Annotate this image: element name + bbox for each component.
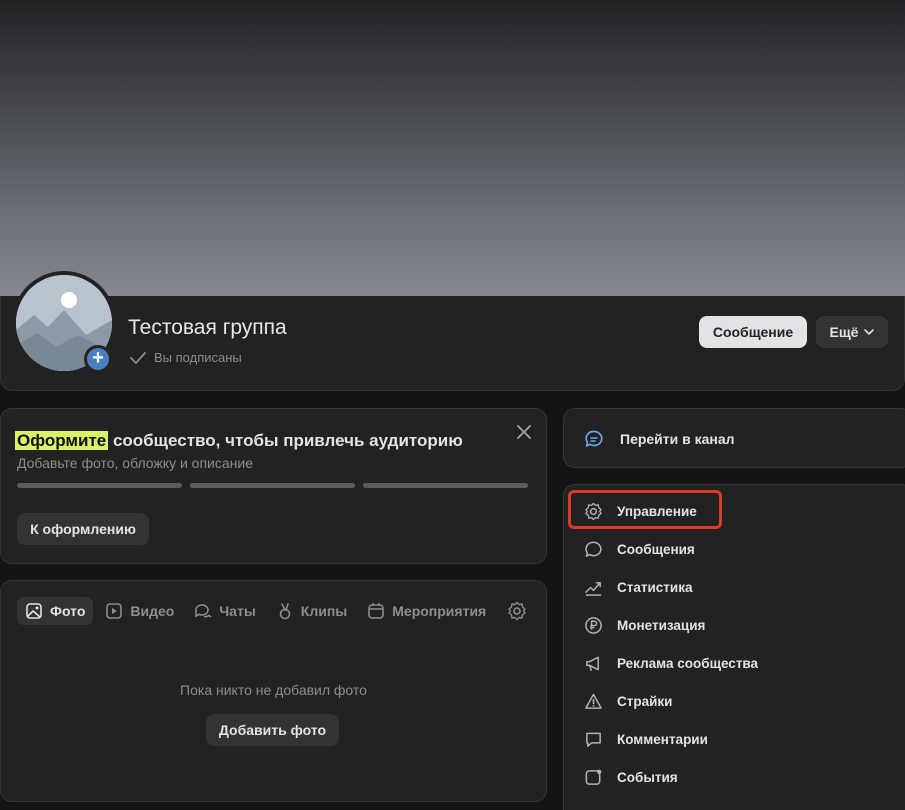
media-card: Фото Видео Чаты Клипы Мероприятия Пока н… <box>0 580 547 802</box>
chats-icon <box>195 604 212 618</box>
menu-item-label: Монетизация <box>617 617 706 633</box>
tab-clips[interactable]: Клипы <box>268 597 355 625</box>
message-button[interactable]: Сообщение <box>699 316 807 348</box>
annotation-highlight-box <box>568 490 722 529</box>
menu-item-events[interactable]: События <box>584 765 678 789</box>
subscription-status[interactable]: Вы подписаны <box>130 350 242 365</box>
close-icon[interactable] <box>515 423 533 441</box>
setup-promo-card: Оформите сообщество, чтобы привлечь ауди… <box>0 408 547 564</box>
message-icon <box>585 541 602 557</box>
megaphone-icon <box>586 656 600 671</box>
gear-icon[interactable] <box>507 601 527 621</box>
tab-video-label: Видео <box>130 603 175 619</box>
check-icon <box>130 351 146 364</box>
tab-chats[interactable]: Чаты <box>186 597 263 625</box>
go-to-channel-label: Перейти в канал <box>620 431 735 447</box>
menu-item-statistics[interactable]: Статистика <box>584 575 692 599</box>
menu-item-label: Реклама сообщества <box>617 655 759 671</box>
tab-video[interactable]: Видео <box>97 597 182 625</box>
video-icon <box>106 603 123 619</box>
promo-title-highlight: Оформите <box>15 431 109 450</box>
progress-step-3 <box>363 483 528 488</box>
promo-subtitle: Добавьте фото, обложку и описание <box>17 455 253 471</box>
promo-title-rest: сообщество, чтобы привлечь аудиторию <box>108 431 463 450</box>
channel-card: Перейти в канал <box>563 408 905 468</box>
add-photo-button[interactable]: Добавить фото <box>206 714 339 746</box>
menu-item-label: Статистика <box>617 579 693 595</box>
tab-chats-label: Чаты <box>219 603 256 619</box>
warning-icon <box>585 693 602 709</box>
chat-bubble-icon <box>585 430 603 447</box>
promo-title: Оформите сообщество, чтобы привлечь ауди… <box>15 431 463 451</box>
menu-item-label: Комментарии <box>617 731 708 747</box>
menu-item-label: Страйки <box>617 693 673 709</box>
clips-icon <box>279 603 291 620</box>
tab-photo-label: Фото <box>50 603 86 619</box>
start-setup-button[interactable]: К оформлению <box>17 513 149 545</box>
ruble-icon <box>585 616 602 634</box>
chevron-down-icon <box>864 329 875 335</box>
more-button[interactable]: Ещё <box>816 316 888 348</box>
empty-photos-text: Пока никто не добавил фото <box>180 682 367 698</box>
subscription-label: Вы подписаны <box>154 350 242 365</box>
menu-item-label: Сообщения <box>617 541 695 557</box>
add-avatar-button[interactable]: + <box>84 345 112 373</box>
tab-photo[interactable]: Фото <box>17 597 94 625</box>
menu-item-ads[interactable]: Реклама сообщества <box>584 651 758 675</box>
calendar-icon <box>368 603 385 619</box>
photo-icon <box>26 603 42 619</box>
menu-item-messages[interactable]: Сообщения <box>584 537 695 561</box>
tab-events[interactable]: Мероприятия <box>359 597 494 625</box>
tab-clips-label: Клипы <box>300 603 348 619</box>
group-title: Тестовая группа <box>128 316 287 339</box>
menu-item-monetization[interactable]: Монетизация <box>584 613 705 637</box>
media-tabs: Фото Видео Чаты Клипы Мероприятия <box>17 597 494 625</box>
tab-events-label: Мероприятия <box>392 603 487 619</box>
go-to-channel-link[interactable]: Перейти в канал <box>584 429 735 449</box>
menu-item-label: События <box>617 769 678 785</box>
progress-step-2 <box>190 483 355 488</box>
events-icon <box>585 769 602 785</box>
management-menu: Управление Сообщения Статистика Монетиза… <box>563 484 905 810</box>
more-label: Ещё <box>829 324 859 340</box>
menu-item-strikes[interactable]: Страйки <box>584 689 672 713</box>
chart-icon <box>585 581 602 596</box>
comment-icon <box>586 732 601 747</box>
menu-item-comments[interactable]: Комментарии <box>584 727 708 751</box>
cover-image <box>0 0 905 300</box>
progress-step-1 <box>17 483 182 488</box>
